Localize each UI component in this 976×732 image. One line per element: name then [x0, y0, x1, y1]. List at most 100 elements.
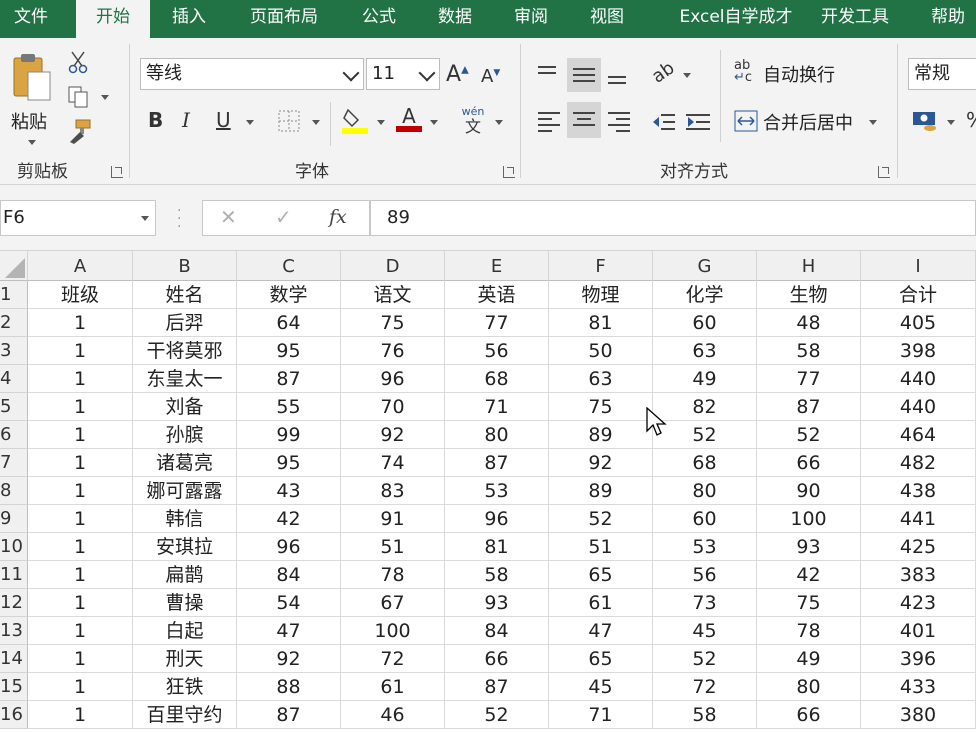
table-cell[interactable]: 狂铁 [133, 673, 237, 701]
table-cell[interactable]: 96 [445, 505, 549, 533]
table-cell[interactable]: 1 [28, 421, 133, 449]
table-cell[interactable]: 刘备 [133, 393, 237, 421]
table-cell[interactable]: 92 [237, 645, 341, 673]
table-cell[interactable]: 89 [549, 477, 653, 505]
table-cell[interactable]: 43 [237, 477, 341, 505]
table-cell[interactable]: 80 [445, 421, 549, 449]
table-cell[interactable]: 81 [445, 533, 549, 561]
table-cell[interactable]: 1 [28, 645, 133, 673]
column-header-f[interactable]: F [549, 251, 653, 281]
column-header-h[interactable]: H [757, 251, 861, 281]
copy-dropdown-icon[interactable] [101, 95, 109, 100]
table-cell[interactable]: 95 [237, 337, 341, 365]
table-cell[interactable]: 42 [237, 505, 341, 533]
table-cell[interactable]: 75 [549, 393, 653, 421]
cancel-icon[interactable]: ✕ [220, 205, 237, 229]
table-cell[interactable]: 93 [757, 533, 861, 561]
header-cell[interactable]: 姓名 [133, 281, 237, 309]
table-cell[interactable]: 娜可露露 [133, 477, 237, 505]
table-cell[interactable]: 72 [341, 645, 445, 673]
phonetic-guide-button[interactable]: wén 文 [458, 106, 488, 136]
header-cell[interactable]: 合计 [861, 281, 976, 309]
formula-input[interactable]: 89 [370, 200, 976, 236]
column-header-b[interactable]: B [133, 251, 237, 281]
tab-view[interactable]: 视图 [576, 0, 638, 38]
table-cell[interactable]: 440 [861, 365, 976, 393]
font-color-button[interactable]: A [396, 104, 422, 132]
table-cell[interactable]: 78 [341, 561, 445, 589]
table-cell[interactable]: 75 [757, 589, 861, 617]
name-box[interactable]: F6 [0, 200, 156, 236]
table-cell[interactable]: 安琪拉 [133, 533, 237, 561]
decrease-indent-icon[interactable] [651, 112, 675, 134]
table-cell[interactable]: 52 [653, 645, 757, 673]
italic-button[interactable]: I [182, 108, 190, 132]
table-cell[interactable]: 韩信 [133, 505, 237, 533]
table-cell[interactable]: 56 [653, 561, 757, 589]
tab-developer[interactable]: 开发工具 [808, 0, 902, 38]
clipboard-launcher-icon[interactable] [111, 166, 123, 178]
header-cell[interactable]: 数学 [237, 281, 341, 309]
table-cell[interactable]: 1 [28, 337, 133, 365]
tab-data[interactable]: 数据 [424, 0, 486, 38]
underline-button[interactable]: U [216, 108, 231, 132]
table-cell[interactable]: 441 [861, 505, 976, 533]
table-cell[interactable]: 92 [341, 421, 445, 449]
header-cell[interactable]: 生物 [757, 281, 861, 309]
row-header[interactable]: 3 [0, 337, 28, 365]
table-cell[interactable]: 56 [445, 337, 549, 365]
table-cell[interactable]: 99 [237, 421, 341, 449]
table-cell[interactable]: 1 [28, 365, 133, 393]
row-header[interactable]: 8 [0, 477, 28, 505]
accounting-format-icon[interactable] [912, 110, 938, 132]
table-cell[interactable]: 89 [549, 421, 653, 449]
table-cell[interactable]: 53 [445, 477, 549, 505]
table-cell[interactable]: 42 [757, 561, 861, 589]
header-cell[interactable]: 物理 [549, 281, 653, 309]
table-cell[interactable]: 1 [28, 505, 133, 533]
table-cell[interactable]: 71 [549, 701, 653, 729]
table-cell[interactable]: 53 [653, 533, 757, 561]
shrink-font-button[interactable]: A▼ [481, 66, 500, 87]
table-cell[interactable]: 51 [341, 533, 445, 561]
table-cell[interactable]: 72 [653, 673, 757, 701]
table-cell[interactable]: 49 [757, 645, 861, 673]
tab-home[interactable]: 开始 [76, 0, 150, 40]
table-cell[interactable]: 84 [237, 561, 341, 589]
table-cell[interactable]: 77 [445, 309, 549, 337]
table-cell[interactable]: 百里守约 [133, 701, 237, 729]
table-cell[interactable]: 100 [757, 505, 861, 533]
table-cell[interactable]: 67 [341, 589, 445, 617]
tab-formulas[interactable]: 公式 [348, 0, 410, 38]
increase-indent-icon[interactable] [686, 112, 710, 134]
table-cell[interactable]: 干将莫邪 [133, 337, 237, 365]
font-name-select[interactable]: 等线 [140, 58, 364, 90]
table-cell[interactable]: 66 [445, 645, 549, 673]
row-header[interactable]: 7 [0, 449, 28, 477]
row-header[interactable]: 6 [0, 421, 28, 449]
table-cell[interactable]: 74 [341, 449, 445, 477]
table-cell[interactable]: 65 [549, 645, 653, 673]
table-cell[interactable]: 75 [341, 309, 445, 337]
table-cell[interactable]: 96 [237, 533, 341, 561]
table-cell[interactable]: 380 [861, 701, 976, 729]
wrap-text-button[interactable]: ab ↵c 自动换行 [734, 59, 864, 90]
align-top-icon[interactable] [538, 66, 560, 78]
table-cell[interactable]: 482 [861, 449, 976, 477]
underline-dropdown-icon[interactable] [246, 120, 254, 125]
row-header[interactable]: 9 [0, 505, 28, 533]
table-cell[interactable]: 1 [28, 393, 133, 421]
table-cell[interactable]: 扁鹊 [133, 561, 237, 589]
tab-review[interactable]: 审阅 [500, 0, 562, 38]
align-right-icon[interactable] [608, 112, 630, 136]
row-header[interactable]: 11 [0, 561, 28, 589]
table-cell[interactable]: 1 [28, 673, 133, 701]
tab-file[interactable]: 文件 [0, 0, 62, 38]
enter-icon[interactable]: ✓ [275, 205, 292, 229]
table-cell[interactable]: 1 [28, 449, 133, 477]
table-cell[interactable]: 61 [341, 673, 445, 701]
table-cell[interactable]: 87 [237, 365, 341, 393]
tab-help[interactable]: 帮助 [918, 0, 976, 38]
merge-dropdown-icon[interactable] [869, 120, 877, 125]
table-cell[interactable]: 58 [757, 337, 861, 365]
